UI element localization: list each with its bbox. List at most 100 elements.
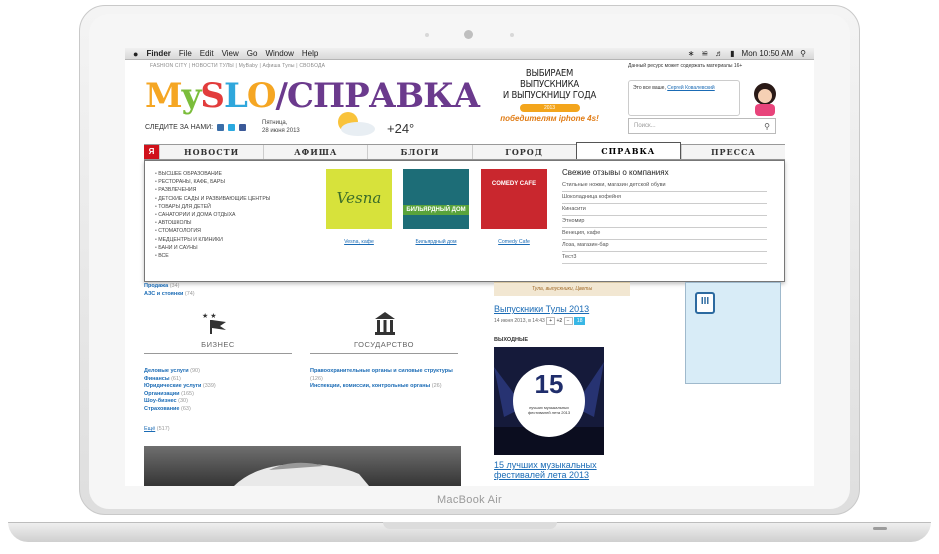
menu-finder[interactable]: Finder (146, 49, 170, 58)
category-item[interactable]: ТОВАРЫ ДЛЯ ДЕТЕЙ (155, 203, 270, 211)
list-item[interactable]: Продажа (34) (144, 282, 195, 290)
battery-icon[interactable]: ▮ (730, 49, 734, 58)
category-item[interactable]: ВЫСШЕЕ ОБРАЗОВАНИЕ (155, 170, 270, 178)
menubar-clock[interactable]: Mon 10:50 AM (742, 49, 794, 58)
reviews-title: Свежие отзывы о компаниях (562, 168, 669, 177)
svg-text:★ ★: ★ ★ (202, 312, 217, 320)
yandex-icon[interactable]: Я (144, 145, 159, 159)
news-title[interactable]: Выпускники Тулы 2013 (494, 304, 589, 314)
car-banner-image[interactable] (144, 446, 461, 486)
browser-screen: ● Finder File Edit View Go Window Help ∗… (125, 48, 814, 486)
menu-window[interactable]: Window (265, 49, 293, 58)
user-link[interactable]: Сергей Ковалевский (667, 85, 715, 91)
link-label[interactable]: Продажа (144, 283, 168, 289)
section-business-title: БИЗНЕС (144, 340, 292, 354)
search-placeholder: Поиск... (634, 123, 656, 129)
list-item[interactable]: Юридические услуги (339) (144, 383, 294, 391)
category-item[interactable]: АВТОШКОЛЫ (155, 219, 270, 227)
menu-go[interactable]: Go (247, 49, 258, 58)
menu-view[interactable]: View (222, 49, 239, 58)
list-item[interactable]: Организации (165) (144, 391, 294, 399)
category-item[interactable]: ДЕТСКИЕ САДЫ И РАЗВИВАЮЩИЕ ЦЕНТРЫ (155, 195, 270, 203)
link-label[interactable]: Страхование (144, 406, 180, 412)
category-item[interactable]: РАЗВЛЕЧЕНИЯ (155, 186, 270, 194)
more-label[interactable]: Ещё (144, 426, 155, 432)
festival-badge-caption: лучших музыкальных фестивалей лета 2013 (527, 405, 571, 415)
vote-plus-button[interactable]: + (546, 317, 556, 325)
review-item[interactable]: Шоколадница кофейня (562, 192, 767, 204)
category-item[interactable]: ВСЕ (155, 252, 270, 260)
business-flag-icon: ★ ★ (202, 312, 226, 334)
photo-stage: ● Finder File Edit View Go Window Help ∗… (0, 0, 939, 554)
bluetooth-icon[interactable]: ∗ (688, 49, 695, 58)
list-item[interactable]: АЗС и стоянки (74) (144, 290, 195, 298)
list-item[interactable]: Финансы (61) (144, 376, 294, 384)
list-item[interactable]: Инспекции, комиссии, контрольные органы … (310, 383, 460, 391)
review-item[interactable]: Кинасити (562, 204, 767, 216)
menu-help[interactable]: Help (302, 49, 318, 58)
list-item[interactable]: Деловые услуги (90) (144, 368, 294, 376)
festival-image[interactable]: 15 лучших музыкальных фестивалей лета 20… (494, 347, 604, 455)
apple-icon[interactable]: ● (133, 49, 138, 59)
tab-city[interactable]: ГОРОД (471, 145, 576, 159)
link-count: (74) (184, 291, 195, 297)
place-image-comedy[interactable]: COMEDY CAFE (481, 169, 547, 229)
search-input[interactable]: Поиск... ⚲ (628, 118, 776, 134)
category-item[interactable]: БАНИ И САУНЫ (155, 244, 270, 252)
tab-press[interactable]: ПРЕССА (680, 145, 785, 159)
twitter-icon[interactable] (228, 124, 236, 131)
news-meta: 14 июня 2013, в 14:43 + +2 − 18 (494, 317, 586, 325)
tab-news[interactable]: НОВОСТИ (159, 145, 263, 159)
facebook-icon[interactable] (239, 124, 247, 131)
category-item[interactable]: САНАТОРИИ И ДОМА ОТДЫХА (155, 211, 270, 219)
review-item[interactable]: Лоза, магазин-бар (562, 240, 767, 252)
place-caption[interactable]: Vesna, кафе (326, 239, 392, 245)
list-item[interactable]: Страхование (63) (144, 406, 294, 414)
list-item[interactable]: Шоу-бизнес (30) (144, 398, 294, 406)
menu-edit[interactable]: Edit (200, 49, 214, 58)
list-item[interactable]: Правоохранительные органы и силовые стру… (310, 368, 460, 383)
category-item[interactable]: СТОМАТОЛОГИЯ (155, 227, 270, 235)
vote-minus-button[interactable]: − (563, 317, 573, 325)
review-item[interactable]: Венеция, кафе (562, 228, 767, 240)
link-label[interactable]: Юридические услуги (144, 383, 201, 389)
graduate-contest-banner[interactable]: ВЫБИРАЕМ ВЫПУСКНИКА И ВЫПУСКНИЦУ ГОДА 20… (487, 68, 612, 146)
main-nav: Я НОВОСТИ АФИША БЛОГИ ГОРОД СПРАВКА ПРЕС… (144, 142, 785, 160)
top-site-links[interactable]: FASHION CITY | НОВОСТИ ТУЛЫ | MyBaby | А… (150, 63, 325, 69)
review-item[interactable]: Стильные ножки, магазин детской обуви (562, 180, 767, 192)
link-label[interactable]: Организации (144, 391, 180, 397)
site-logo[interactable]: MySLO/СПРАВКА (145, 76, 481, 116)
festival-title[interactable]: 15 лучших музыкальных фестивалей лета 20… (494, 460, 634, 480)
place-image-billiard[interactable]: БИЛЬЯРДНЫЙ ДОМ (403, 169, 469, 229)
category-item[interactable]: РЕСТОРАНЫ, КАФЕ, БАРЫ (155, 178, 270, 186)
place-caption[interactable]: Comedy Cafe (481, 239, 547, 245)
spotlight-icon[interactable]: ⚲ (800, 49, 806, 58)
comment-count-badge[interactable]: 18 (573, 317, 586, 325)
link-label[interactable]: Инспекции, комиссии, контрольные органы (310, 383, 430, 389)
review-item[interactable]: Тест3 (562, 252, 767, 264)
search-icon[interactable]: ⚲ (764, 122, 770, 131)
sensor-dot (425, 33, 429, 37)
news-image-strip[interactable]: Тула, выпускники, Цветы (494, 282, 630, 296)
link-label[interactable]: Правоохранительные органы и силовые стру… (310, 368, 453, 374)
ad-ribbon: 2013 (519, 104, 580, 112)
avatar[interactable] (745, 80, 785, 116)
link-label[interactable]: Финансы (144, 376, 170, 382)
tab-afisha[interactable]: АФИША (263, 145, 367, 159)
place-caption[interactable]: Бильярдный дом (403, 239, 469, 245)
more-link[interactable]: Ещё (517) (144, 426, 170, 432)
link-label[interactable]: Деловые услуги (144, 368, 189, 374)
category-item[interactable]: МЕДЦЕНТРЫ И КЛИНИКИ (155, 236, 270, 244)
review-item[interactable]: Этномир (562, 216, 767, 228)
link-count: (63) (181, 405, 191, 412)
link-label[interactable]: АЗС и стоянки (144, 291, 183, 297)
volume-icon[interactable]: ♬ (715, 49, 723, 58)
menu-file[interactable]: File (179, 49, 192, 58)
tab-blogs[interactable]: БЛОГИ (367, 145, 471, 159)
link-label[interactable]: Шоу-бизнес (144, 398, 177, 404)
link-count: (165) (181, 390, 194, 397)
place-image-vesna[interactable]: Vesna (326, 169, 392, 229)
tab-spravka[interactable]: СПРАВКА (575, 142, 681, 159)
wifi-icon[interactable]: ≌ (701, 49, 708, 58)
vk-icon[interactable] (217, 124, 225, 131)
